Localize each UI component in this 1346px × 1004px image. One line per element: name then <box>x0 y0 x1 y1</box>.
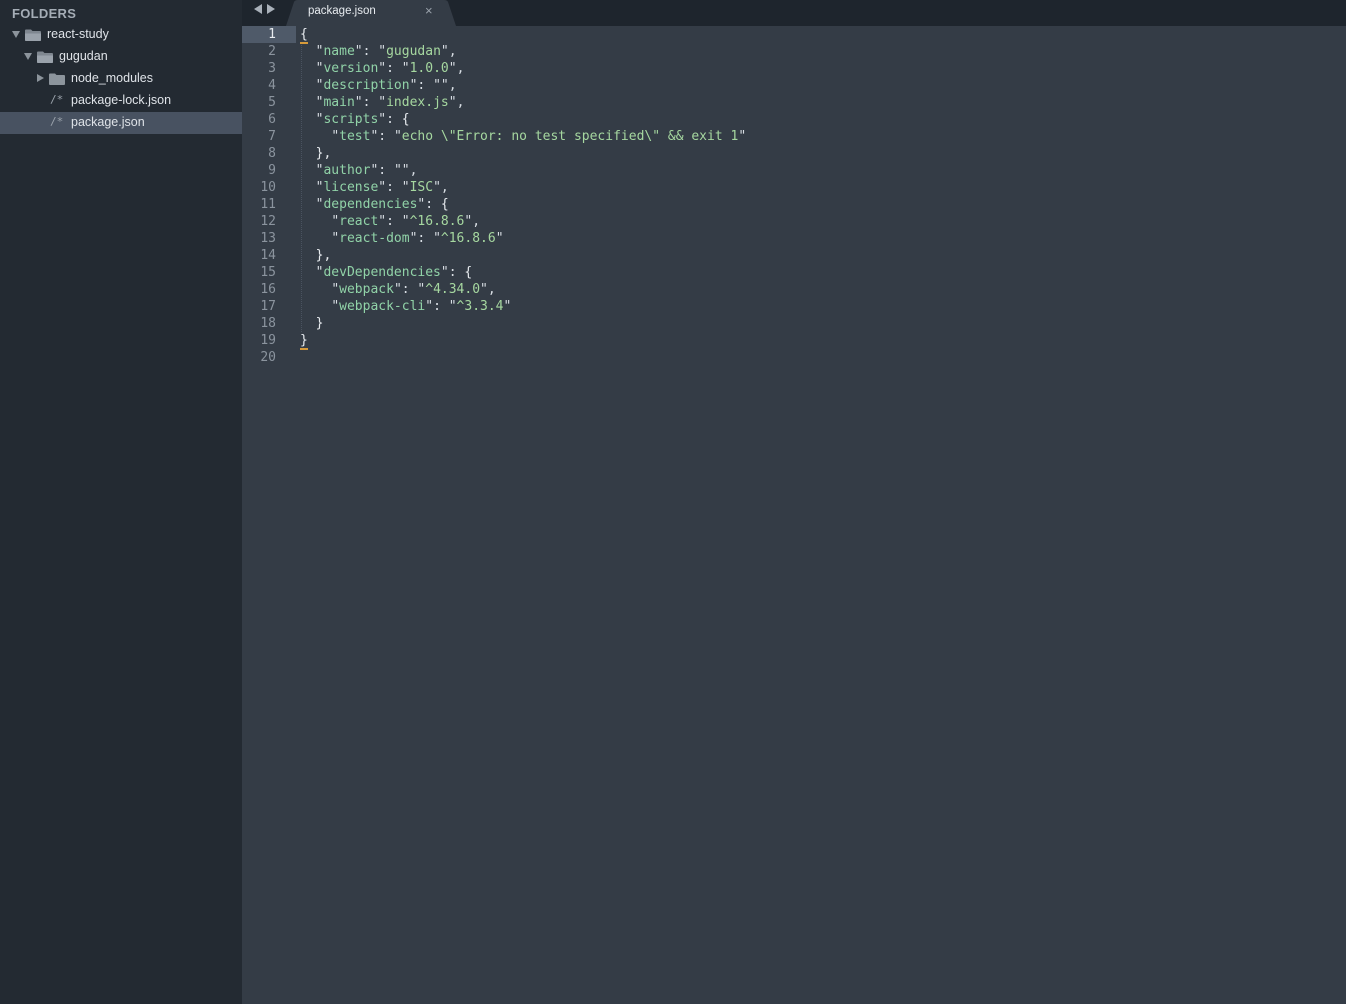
nav-forward-icon[interactable] <box>267 4 275 14</box>
line-number: 8 <box>268 146 276 161</box>
sidebar-item-node-modules[interactable]: node_modules <box>0 68 242 90</box>
editor-window: FOLDERS react-study gugudan node_modules <box>0 0 1346 1004</box>
close-icon[interactable]: × <box>425 3 433 18</box>
code-line[interactable]: "main": "index.js", <box>300 94 465 111</box>
sidebar: FOLDERS react-study gugudan node_modules <box>0 0 242 1004</box>
line-number: 10 <box>260 180 276 195</box>
code-line[interactable]: }, <box>300 247 332 264</box>
line-number: 1 <box>268 27 276 42</box>
code-line[interactable]: "name": "gugudan", <box>300 43 457 60</box>
sidebar-item-react-study[interactable]: react-study <box>0 24 242 46</box>
line-number: 17 <box>260 299 276 314</box>
tab-bar: package.json × <box>242 0 1346 26</box>
code-line[interactable]: "dependencies": { <box>300 196 449 213</box>
code-line[interactable]: "devDependencies": { <box>300 264 473 281</box>
line-number: 5 <box>268 95 276 110</box>
folders-header: FOLDERS <box>12 6 77 21</box>
line-number: 2 <box>268 44 276 59</box>
code-line[interactable]: "description": "", <box>300 77 457 94</box>
nav-back-icon[interactable] <box>254 4 262 14</box>
json-file-icon: /* <box>50 115 64 128</box>
line-number: 7 <box>268 129 276 144</box>
code-line[interactable]: }, <box>300 145 332 162</box>
line-number: 3 <box>268 61 276 76</box>
line-number: 6 <box>268 112 276 127</box>
line-number: 9 <box>268 163 276 178</box>
code-line[interactable]: } <box>300 315 324 332</box>
line-number: 4 <box>268 78 276 93</box>
line-number: 13 <box>260 231 276 246</box>
code-line[interactable]: "test": "echo \"Error: no test specified… <box>300 128 746 145</box>
code-line[interactable]: "react": "^16.8.6", <box>300 213 480 230</box>
sidebar-item-label: gugudan <box>59 49 108 63</box>
folder-open-icon <box>25 29 41 41</box>
sidebar-item-gugudan[interactable]: gugudan <box>0 46 242 68</box>
line-number-gutter: 1 2 3 4 5 6 7 8 9 10 11 12 13 14 15 16 17 18 19 20 <box>242 26 296 1004</box>
tab-label: package.json <box>308 5 376 17</box>
code-editor[interactable]: 1 2 3 4 5 6 7 8 9 10 11 12 13 14 15 16 17 18 19 20 { "name"… <box>242 26 1346 1004</box>
tab-package-json[interactable]: package.json × <box>286 0 456 26</box>
sidebar-item-label: node_modules <box>71 71 154 85</box>
chevron-down-icon[interactable] <box>24 53 32 60</box>
chevron-right-icon[interactable] <box>37 74 44 82</box>
sidebar-item-label: package.json <box>71 115 145 129</box>
folder-open-icon <box>37 51 53 63</box>
code-line[interactable]: "license": "ISC", <box>300 179 449 196</box>
sidebar-item-package-json[interactable]: /* package.json <box>0 112 242 134</box>
line-number: 15 <box>260 265 276 280</box>
code-line[interactable]: "react-dom": "^16.8.6" <box>300 230 503 247</box>
chevron-down-icon[interactable] <box>12 31 20 38</box>
line-number: 11 <box>260 197 276 212</box>
code-line[interactable]: "webpack": "^4.34.0", <box>300 281 495 298</box>
line-number: 14 <box>260 248 276 263</box>
json-file-icon: /* <box>50 93 64 106</box>
code-line[interactable]: { <box>300 26 308 44</box>
code-line[interactable]: "webpack-cli": "^3.3.4" <box>300 298 511 315</box>
sidebar-item-label: package-lock.json <box>71 93 172 107</box>
code-line[interactable]: } <box>300 332 308 350</box>
line-number: 16 <box>260 282 276 297</box>
line-number: 19 <box>260 333 276 348</box>
folder-closed-icon <box>49 73 65 85</box>
sidebar-item-label: react-study <box>47 27 109 41</box>
code-line[interactable]: "author": "", <box>300 162 418 179</box>
line-number: 18 <box>260 316 276 331</box>
line-number: 12 <box>260 214 276 229</box>
code-line[interactable]: "version": "1.0.0", <box>300 60 465 77</box>
line-number: 20 <box>260 350 276 365</box>
sidebar-item-package-lock-json[interactable]: /* package-lock.json <box>0 90 242 112</box>
code-line[interactable]: "scripts": { <box>300 111 410 128</box>
